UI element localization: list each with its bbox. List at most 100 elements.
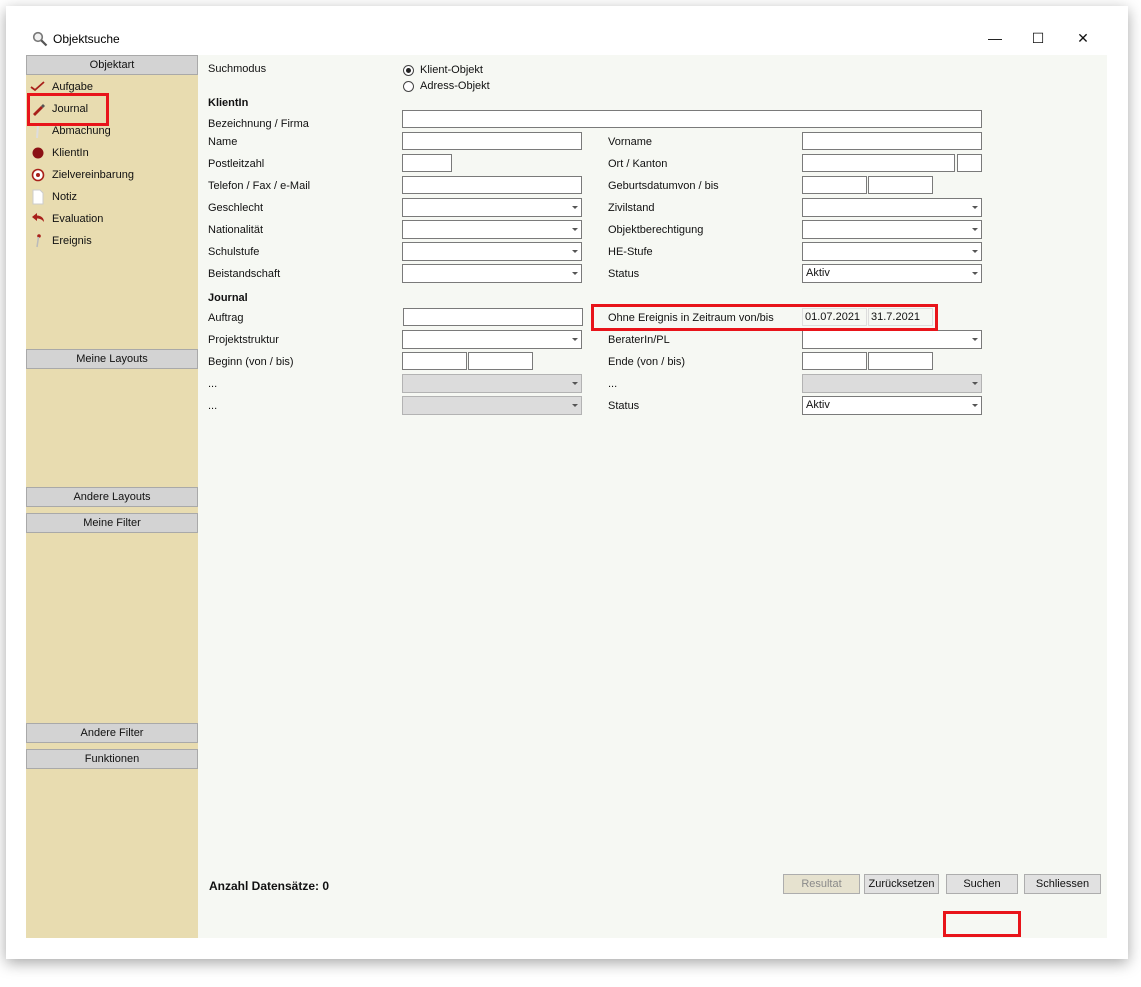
schliessen-button[interactable]: Schliessen [1024, 874, 1101, 894]
meine-layouts-header[interactable]: Meine Layouts [26, 349, 198, 369]
geschlecht-select[interactable] [402, 198, 582, 217]
beginn-von-input[interactable] [402, 352, 467, 370]
pencil-icon [33, 104, 45, 116]
beginn-bis-input[interactable] [468, 352, 533, 370]
note-icon [32, 189, 44, 205]
sidebar-item-label: Journal [52, 103, 89, 115]
chevron-down-icon [972, 338, 978, 341]
andere-filter-header[interactable]: Andere Filter [26, 723, 198, 743]
person-icon [32, 147, 44, 159]
chevron-down-icon [972, 272, 978, 275]
vorname-input[interactable] [802, 132, 982, 150]
schulstufe-label: Schulstufe [208, 246, 260, 258]
objektart-header[interactable]: Objektart [26, 55, 198, 75]
zivilstand-select[interactable] [802, 198, 982, 217]
extra-field-label: ... [208, 400, 218, 412]
extra-field-label: ... [208, 378, 218, 390]
title-bar: Objektsuche — ☐ ✕ [6, 6, 1128, 52]
status-select[interactable]: Aktiv [802, 264, 982, 283]
ohne-ereignis-label: Ohne Ereignis in Zeitraum von/bis [608, 312, 774, 324]
section-klientin: KlientIn [208, 97, 249, 109]
bezeichnung-input[interactable] [402, 110, 982, 128]
extra-select-disabled [802, 374, 982, 393]
ohne-ereignis-von-input[interactable]: 01.07.2021 [802, 308, 867, 326]
chevron-down-icon [572, 250, 578, 253]
plz-input[interactable] [402, 154, 452, 172]
chevron-down-icon [972, 382, 978, 385]
geburtsdatum-bis-input[interactable] [868, 176, 933, 194]
status-value: Aktiv [806, 267, 830, 279]
objektsuche-window: Objektsuche — ☐ ✕ Objektart Aufgabe Jour… [6, 6, 1128, 959]
he-stufe-select[interactable] [802, 242, 982, 261]
geschlecht-label: Geschlecht [208, 202, 264, 214]
name-label: Name [208, 136, 238, 148]
chevron-down-icon [572, 382, 578, 385]
beistandschaft-label: Beistandschaft [208, 268, 281, 280]
extra-select-disabled [402, 396, 582, 415]
sidebar-item-label: Ereignis [52, 235, 92, 247]
name-input[interactable] [402, 132, 582, 150]
suchmodus-label: Suchmodus [208, 63, 267, 75]
checkmark-icon [30, 81, 45, 92]
objektberechtigung-select[interactable] [802, 220, 982, 239]
sidebar-item-label: KlientIn [52, 147, 89, 159]
schulstufe-select[interactable] [402, 242, 582, 261]
radio-klient-label: Klient-Objekt [420, 64, 483, 76]
auftrag-label: Auftrag [208, 312, 244, 324]
ort-input[interactable] [802, 154, 955, 172]
ende-label: Ende (von / bis) [608, 356, 686, 368]
sidebar-item-label: Aufgabe [52, 81, 93, 93]
reset-button[interactable]: Zurücksetzen [864, 874, 939, 894]
andere-layouts-header[interactable]: Andere Layouts [26, 487, 198, 507]
nationalitaet-select[interactable] [402, 220, 582, 239]
funktionen-header[interactable]: Funktionen [26, 749, 198, 769]
radio-adress-objekt[interactable] [403, 81, 414, 92]
radio-adress-label: Adress-Objekt [420, 80, 490, 92]
chevron-down-icon [572, 272, 578, 275]
projektstruktur-label: Projektstruktur [208, 334, 279, 346]
record-count: Anzahl Datensätze: 0 [209, 879, 330, 893]
plz-label: Postleitzahl [208, 158, 265, 170]
ohne-ereignis-bis-input[interactable]: 31.7.2021 [868, 308, 933, 326]
telefon-input[interactable] [402, 176, 582, 194]
status2-select[interactable]: Aktiv [802, 396, 982, 415]
nationalitaet-label: Nationalität [208, 224, 264, 236]
ende-von-input[interactable] [802, 352, 867, 370]
bezeichnung-label: Bezeichnung / Firma [208, 118, 309, 130]
beistandschaft-select[interactable] [402, 264, 582, 283]
chevron-down-icon [972, 404, 978, 407]
chevron-down-icon [572, 404, 578, 407]
kanton-input[interactable] [957, 154, 982, 172]
section-journal: Journal [208, 292, 248, 304]
berater-select[interactable] [802, 330, 982, 349]
radio-klient-objekt[interactable] [403, 65, 414, 76]
projektstruktur-select[interactable] [402, 330, 582, 349]
geburtsdatum-von-input[interactable] [802, 176, 867, 194]
resultat-button[interactable]: Resultat [783, 874, 860, 894]
ende-bis-input[interactable] [868, 352, 933, 370]
target-icon [31, 168, 45, 182]
minimize-button[interactable]: — [980, 26, 1010, 50]
berater-label: BeraterIn/PL [608, 334, 670, 346]
telefon-label: Telefon / Fax / e-Mail [208, 180, 311, 192]
meine-filter-header[interactable]: Meine Filter [26, 513, 198, 533]
beginn-label: Beginn (von / bis) [208, 356, 294, 368]
close-button[interactable]: ✕ [1068, 26, 1098, 50]
auftrag-input[interactable] [403, 308, 583, 326]
zivilstand-label: Zivilstand [608, 202, 655, 214]
he-stufe-label: HE-Stufe [608, 246, 653, 258]
objektberechtigung-label: Objektberechtigung [608, 224, 704, 236]
chevron-down-icon [972, 228, 978, 231]
sidebar-item-label: Zielvereinbarung [52, 169, 134, 181]
chevron-down-icon [972, 250, 978, 253]
status2-label: Status [608, 400, 640, 412]
sidebar-item-label: Evaluation [52, 213, 104, 225]
status-label: Status [608, 268, 640, 280]
extra-select-disabled [402, 374, 582, 393]
magnifier-icon [32, 31, 48, 47]
suchen-button[interactable]: Suchen [946, 874, 1018, 894]
maximize-button[interactable]: ☐ [1023, 26, 1053, 50]
sidebar-item-label: Notiz [52, 191, 78, 203]
pin-icon [36, 234, 41, 248]
chevron-down-icon [572, 228, 578, 231]
